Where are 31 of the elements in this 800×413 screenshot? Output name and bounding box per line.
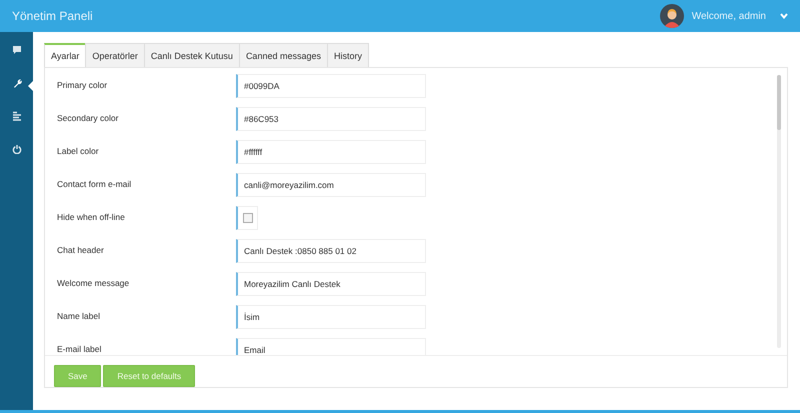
- input-field[interactable]: Moreyazilim Canlı Destek: [236, 272, 426, 296]
- caret-icon[interactable]: [780, 13, 788, 19]
- input-field[interactable]: #0099DA: [236, 74, 426, 98]
- list-icon: [12, 111, 22, 121]
- power-icon: [12, 144, 22, 154]
- wrench-icon: [12, 78, 22, 88]
- field-label: Hide when off-line: [57, 211, 126, 222]
- field-label: E-mail label: [57, 343, 102, 354]
- tab[interactable]: Canned messages: [238, 43, 328, 67]
- input-field[interactable]: canli@moreyazilim.com: [236, 173, 426, 197]
- welcome-text: Welcome, admin: [692, 10, 766, 22]
- input-field[interactable]: Email: [236, 338, 426, 355]
- tab[interactable]: Ayarlar: [44, 43, 86, 67]
- input-field[interactable]: İsim: [236, 305, 426, 329]
- chat-icon: [12, 45, 22, 55]
- field-label: Primary color: [57, 79, 108, 90]
- avatar-icon[interactable]: [660, 4, 684, 28]
- input-field[interactable]: #ffffff: [236, 140, 426, 164]
- checkbox[interactable]: [242, 213, 252, 223]
- field-label: Welcome message: [57, 277, 130, 288]
- tab[interactable]: Operatörler: [85, 43, 145, 67]
- field-label: Name label: [57, 310, 101, 321]
- app-title: Yönetim Paneli: [12, 9, 93, 23]
- field-label: Chat header: [57, 244, 105, 255]
- field-label: Contact form e-mail: [57, 178, 132, 189]
- tab[interactable]: History: [326, 43, 369, 67]
- input-field[interactable]: #86C953: [236, 107, 426, 131]
- tab[interactable]: Canlı Destek Kutusu: [144, 43, 240, 67]
- input-field[interactable]: Canlı Destek :0850 885 01 02: [236, 239, 426, 263]
- field-label: Label color: [57, 145, 100, 156]
- field-label: Secondary color: [57, 112, 120, 123]
